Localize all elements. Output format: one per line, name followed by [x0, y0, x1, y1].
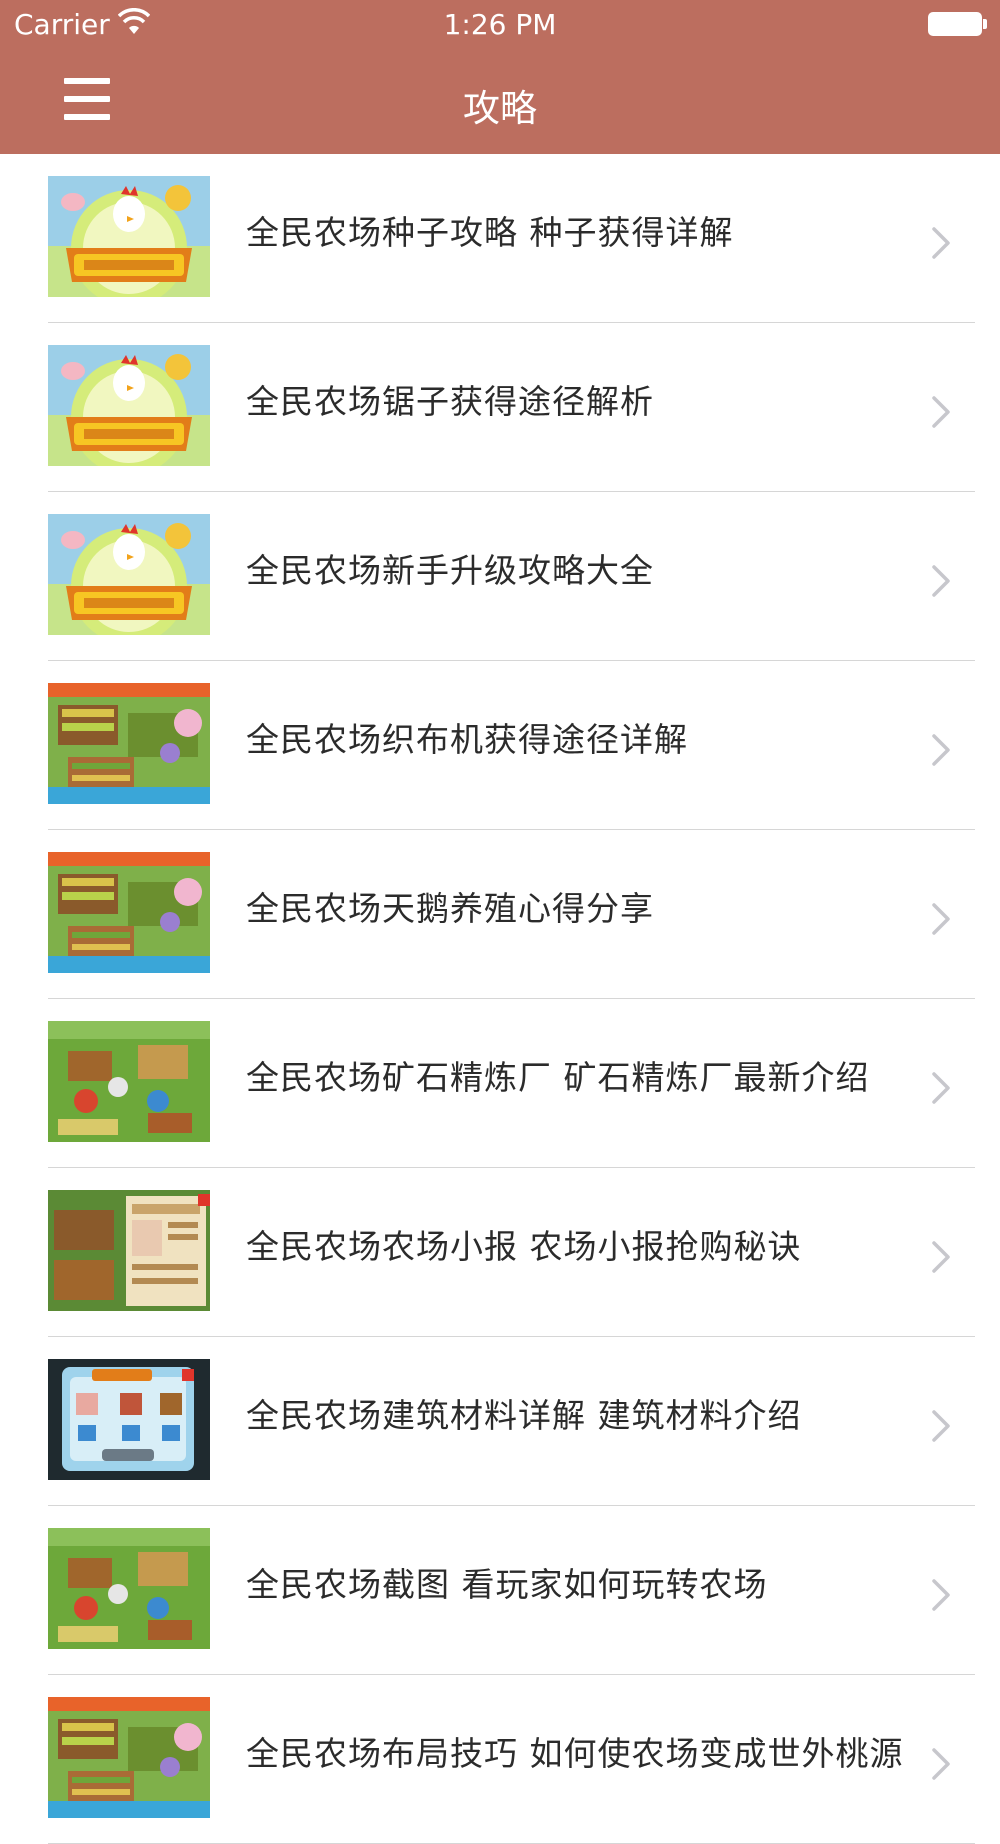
status-bar: Carrier 1:26 PM [0, 0, 1000, 50]
list-item[interactable]: 全民农场锯子获得途径解析 [0, 323, 1000, 492]
chevron-right-icon [932, 1748, 950, 1780]
chevron-right-icon [932, 1410, 950, 1442]
chevron-right-icon [932, 1241, 950, 1273]
chevron-right-icon [932, 396, 950, 428]
list-item[interactable]: 全民农场织布机获得途径详解 [0, 661, 1000, 830]
list-item[interactable]: 全民农场截图 看玩家如何玩转农场 [0, 1506, 1000, 1675]
article-thumbnail [48, 176, 210, 297]
article-thumbnail [48, 514, 210, 635]
article-title: 全民农场农场小报 农场小报抢购秘诀 [246, 1227, 802, 1266]
article-title: 全民农场建筑材料详解 建筑材料介绍 [246, 1396, 802, 1435]
battery-icon [928, 12, 982, 36]
chevron-right-icon [932, 734, 950, 766]
article-thumbnail [48, 1190, 210, 1311]
page-title: 攻略 [463, 87, 537, 130]
list-item[interactable]: 全民农场布局技巧 如何使农场变成世外桃源 [0, 1675, 1000, 1844]
list-item[interactable]: 全民农场新手升级攻略大全 [0, 492, 1000, 661]
article-title: 全民农场织布机获得途径详解 [246, 720, 688, 759]
chevron-right-icon [932, 1579, 950, 1611]
list-item[interactable]: 全民农场建筑材料详解 建筑材料介绍 [0, 1337, 1000, 1506]
article-title: 全民农场种子攻略 种子获得详解 [246, 213, 734, 252]
list-item[interactable]: 全民农场矿石精炼厂 矿石精炼厂最新介绍 [0, 999, 1000, 1168]
article-thumbnail [48, 345, 210, 466]
list-item[interactable]: 全民农场农场小报 农场小报抢购秘诀 [0, 1168, 1000, 1337]
article-thumbnail [48, 852, 210, 973]
article-thumbnail [48, 1021, 210, 1142]
chevron-right-icon [932, 903, 950, 935]
article-title: 全民农场截图 看玩家如何玩转农场 [246, 1565, 768, 1604]
article-list[interactable]: 全民农场种子攻略 种子获得详解 全民农场锯子获得途径解析 全民农场新手升级攻略大全全… [0, 154, 1000, 1844]
chevron-right-icon [932, 565, 950, 597]
article-title: 全民农场锯子获得途径解析 [246, 382, 654, 421]
article-thumbnail [48, 1359, 210, 1480]
article-title: 全民农场天鹅养殖心得分享 [246, 889, 654, 928]
article-thumbnail [48, 1528, 210, 1649]
chevron-right-icon [932, 1072, 950, 1104]
list-item[interactable]: 全民农场天鹅养殖心得分享 [0, 830, 1000, 999]
article-thumbnail [48, 1697, 210, 1818]
article-title: 全民农场新手升级攻略大全 [246, 551, 654, 590]
article-thumbnail [48, 683, 210, 804]
list-item[interactable]: 全民农场种子攻略 种子获得详解 [0, 154, 1000, 323]
status-time: 1:26 PM [443, 8, 557, 41]
article-title: 全民农场矿石精炼厂 矿石精炼厂最新介绍 [246, 1058, 870, 1097]
navigation-bar: Carrier 1:26 PM 攻略 [0, 0, 1000, 154]
article-title: 全民农场布局技巧 如何使农场变成世外桃源 [246, 1734, 904, 1773]
battery-tip [983, 19, 987, 29]
chevron-right-icon [932, 227, 950, 259]
